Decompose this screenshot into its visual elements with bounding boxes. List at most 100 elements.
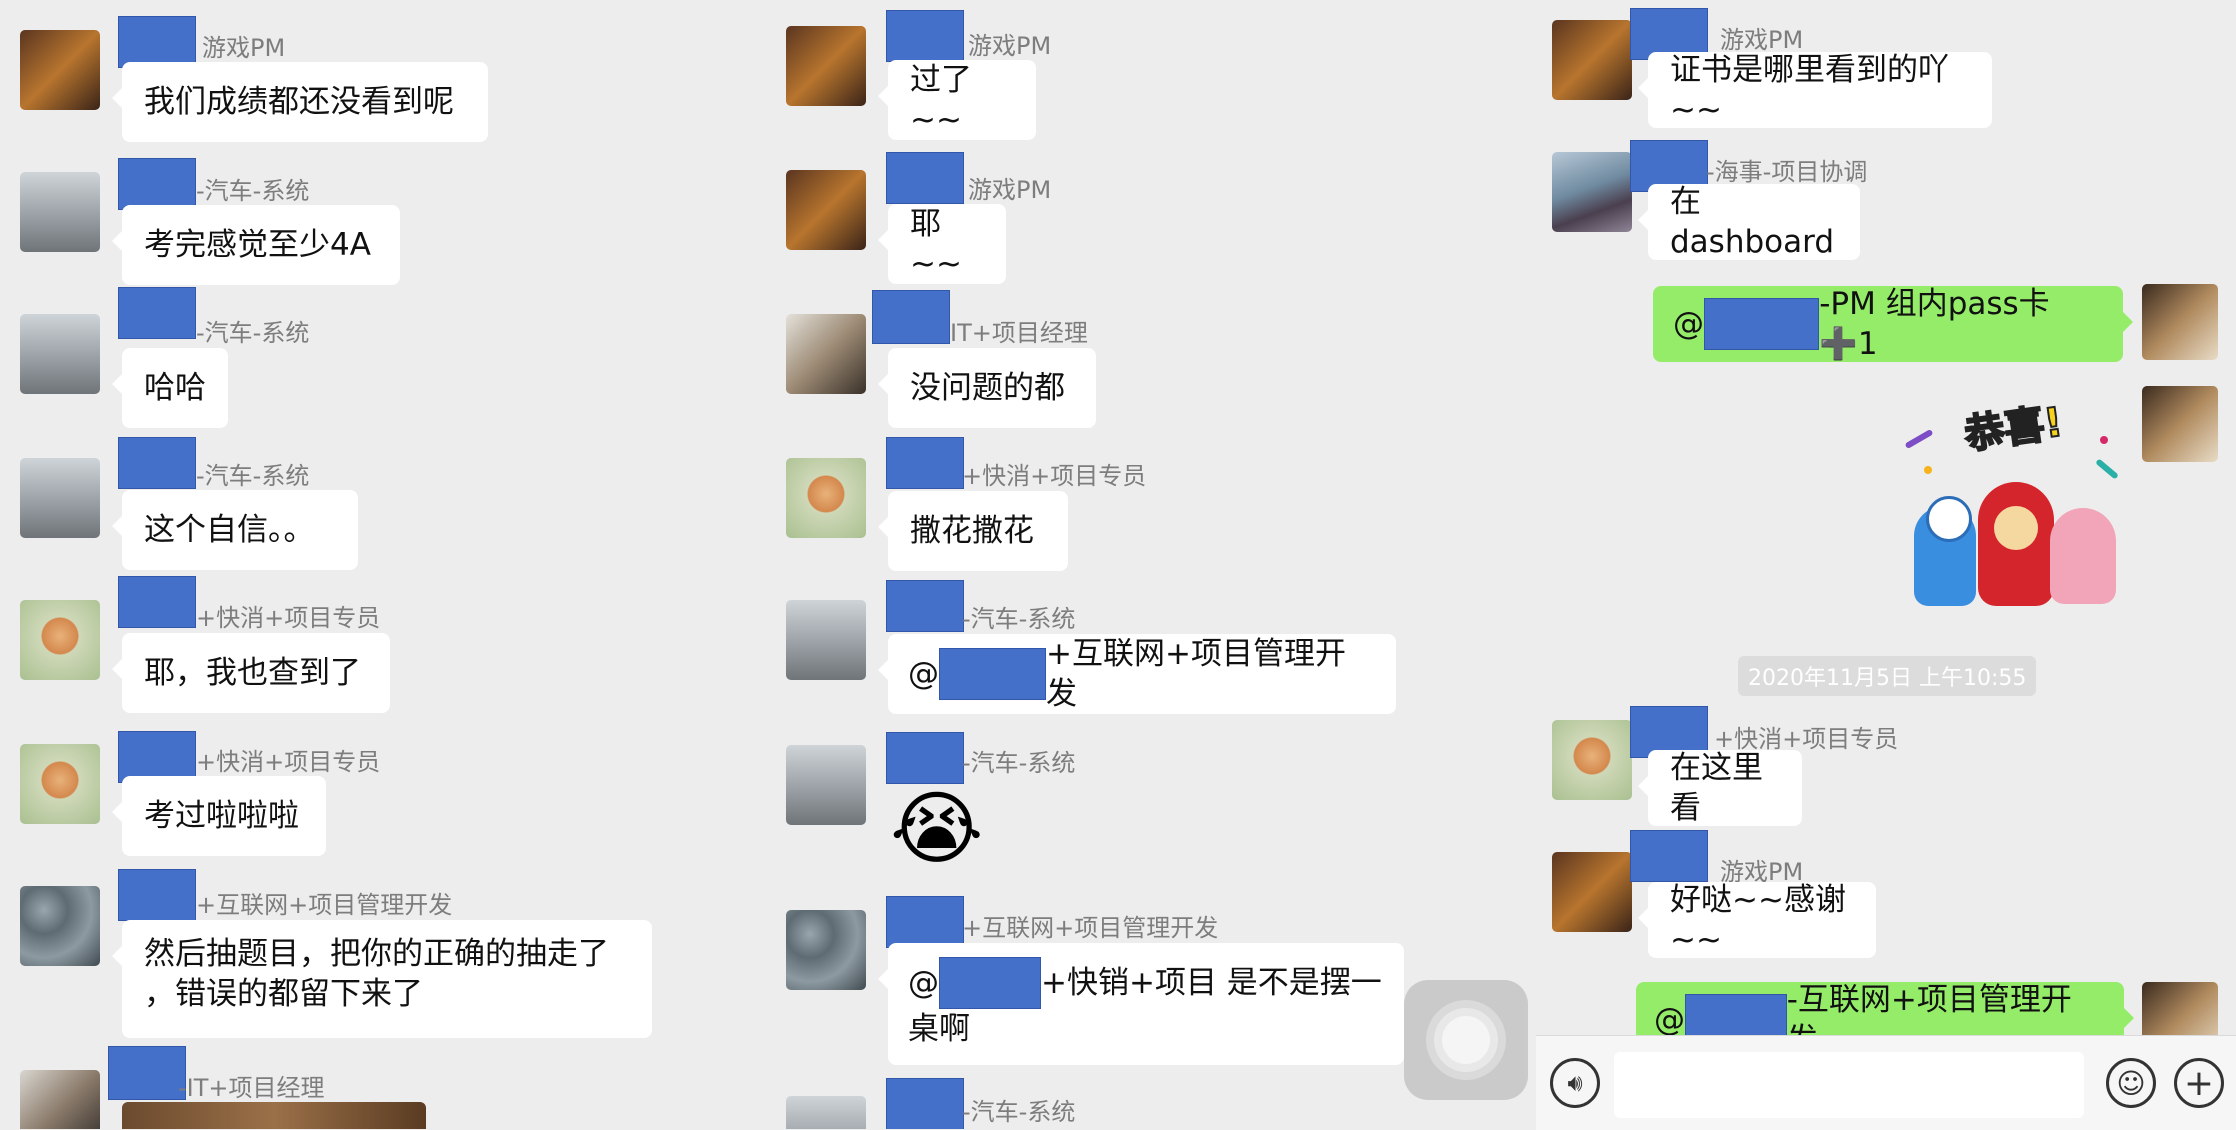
message-text: 考过啦啦啦 xyxy=(144,798,299,834)
message-bubble[interactable]: @ +互联网+项目管理开发 xyxy=(878,634,1396,714)
redacted-mention xyxy=(939,957,1041,1009)
message-text-line1: 然后抽题目，把你的正确的抽走了 xyxy=(144,936,609,972)
redacted-name xyxy=(118,576,196,628)
message-bubble[interactable]: 撒花撒花 xyxy=(878,491,1068,571)
avatar-street[interactable] xyxy=(786,745,866,825)
message-text: 在dashboard xyxy=(1670,184,1834,260)
chat-panel-2: 游戏PM 过了~~ 游戏PM 耶~~ IT+项目经理 没问题的都 +快消+项目专… xyxy=(768,0,1536,1129)
sender-name: 游戏PM xyxy=(968,176,1052,204)
sender-name: +快消+项目专员 xyxy=(962,462,1147,490)
redacted-name xyxy=(118,869,196,921)
avatar-cartoon-girl[interactable] xyxy=(20,600,100,680)
sender-name: +互联网+项目管理开发 xyxy=(196,891,453,919)
message-bubble[interactable]: 过了~~ xyxy=(878,60,1036,140)
sender-name: -汽车-系统 xyxy=(196,462,310,490)
message-text: 考完感觉至少4A xyxy=(144,227,371,263)
avatar-cartoon-girl[interactable] xyxy=(20,744,100,824)
avatar-woman[interactable] xyxy=(20,1070,100,1129)
avatar-cat[interactable] xyxy=(20,30,100,110)
message-text: 耶，我也查到了 xyxy=(144,655,361,691)
sender-name: 游戏PM xyxy=(202,34,286,62)
crying-emoji[interactable]: 😭 xyxy=(890,784,983,874)
redacted-name xyxy=(886,10,964,62)
message-text: 这个自信。。 xyxy=(144,512,315,548)
message-bubble[interactable]: 耶，我也查到了 xyxy=(112,633,390,713)
message-bubble[interactable]: @ +快销+项目 是不是摆一 桌啊 xyxy=(878,943,1404,1065)
chat-panel-1: 游戏PM 我们成绩都还没看到呢 -汽车-系统 考完感觉至少4A -汽车-系统 哈… xyxy=(0,0,768,1129)
message-text: +互联网+项目管理开发 xyxy=(1046,636,1346,712)
sender-name: -IT+项目经理 xyxy=(178,1074,325,1102)
sender-name: -汽车-系统 xyxy=(196,177,310,205)
message-text: 我们成绩都还没看到呢 xyxy=(144,84,454,120)
avatar-cartoon-girl[interactable] xyxy=(1552,720,1632,800)
avatar-pebbles[interactable] xyxy=(786,910,866,990)
redacted-name xyxy=(886,896,964,948)
message-text: -PM 组内pass卡 ➕1 xyxy=(1819,286,2050,362)
avatar-street[interactable] xyxy=(786,600,866,680)
avatar-street[interactable] xyxy=(20,172,100,252)
message-text-line2: ，错误的都留下来了 xyxy=(144,976,423,1012)
avatar-cat[interactable] xyxy=(786,26,866,106)
message-text: 过了~~ xyxy=(910,62,972,138)
message-text-line2: 桌啊 xyxy=(908,1011,970,1047)
sender-name: 游戏PM xyxy=(968,32,1052,60)
redacted-name xyxy=(886,732,964,784)
sender-name: +快消+项目专员 xyxy=(196,604,381,632)
chat-panel-3: 游戏PM 证书是哪里看到的吖~~ -海事-项目协调 在dashboard @ -… xyxy=(1536,0,2236,1129)
message-bubble[interactable]: 然后抽题目，把你的正确的抽走了 ，错误的都留下来了 xyxy=(112,920,652,1038)
message-bubble[interactable]: 考过啦啦啦 xyxy=(112,776,326,856)
message-input[interactable] xyxy=(1614,1052,2084,1118)
mention-prefix: @ xyxy=(908,965,939,1001)
redacted-name xyxy=(118,437,196,489)
message-bubble[interactable]: 没问题的都 xyxy=(878,348,1096,428)
avatar-street[interactable] xyxy=(20,314,100,394)
redacted-name xyxy=(886,437,964,489)
message-text: 撒花撒花 xyxy=(910,513,1034,549)
avatar-person-cliff[interactable] xyxy=(1552,152,1632,232)
message-bubble[interactable]: 耶~~ xyxy=(878,204,1006,284)
avatar-cat[interactable] xyxy=(1552,20,1632,100)
message-text: 在这里看 xyxy=(1670,750,1763,826)
avatar-self[interactable] xyxy=(2142,386,2218,462)
avatar-woman[interactable] xyxy=(786,314,866,394)
plus-icon[interactable]: + xyxy=(2174,1058,2224,1108)
sender-name: -汽车-系统 xyxy=(196,319,310,347)
sender-name: -汽车-系统 xyxy=(962,749,1076,777)
redacted-name xyxy=(118,16,196,68)
redacted-name xyxy=(886,1078,964,1129)
redacted-name xyxy=(1630,830,1708,882)
redacted-name xyxy=(886,152,964,204)
assistive-touch-button[interactable] xyxy=(1404,980,1528,1100)
mention-prefix: @ xyxy=(908,656,939,692)
message-bubble[interactable]: 好哒~~感谢~~ xyxy=(1638,882,1876,958)
message-bubble[interactable]: 在这里看 xyxy=(1638,750,1802,826)
message-text: 好哒~~感谢~~ xyxy=(1670,882,1846,958)
outgoing-message-bubble[interactable]: @ -PM 组内pass卡 ➕1 xyxy=(1653,286,2133,362)
congratulations-sticker[interactable]: 恭喜! xyxy=(1904,396,2124,606)
image-message-partial[interactable] xyxy=(122,1102,426,1129)
sender-name: -汽车-系统 xyxy=(962,605,1076,633)
avatar-cat[interactable] xyxy=(1552,852,1632,932)
message-bubble[interactable]: 哈哈 xyxy=(112,348,228,428)
message-text: 没问题的都 xyxy=(910,370,1065,406)
message-text: 证书是哪里看到的吖~~ xyxy=(1670,52,1949,128)
redacted-name xyxy=(886,580,964,632)
avatar-cartoon-girl[interactable] xyxy=(786,458,866,538)
message-bubble[interactable]: 我们成绩都还没看到呢 xyxy=(112,62,488,142)
avatar-cat[interactable] xyxy=(786,170,866,250)
message-bubble[interactable]: 在dashboard xyxy=(1638,184,1860,260)
redacted-name xyxy=(118,287,196,339)
redacted-name xyxy=(118,158,196,210)
avatar-pebbles[interactable] xyxy=(20,886,100,966)
message-bubble[interactable]: 证书是哪里看到的吖~~ xyxy=(1638,52,1992,128)
message-bubble[interactable]: 这个自信。。 xyxy=(112,490,358,570)
message-bubble[interactable]: 考完感觉至少4A xyxy=(112,205,400,285)
redacted-mention xyxy=(939,648,1047,700)
emoji-icon[interactable]: ☺ xyxy=(2106,1058,2156,1108)
avatar-self[interactable] xyxy=(2142,284,2218,360)
mention-prefix: @ xyxy=(1673,306,1704,342)
avatar-street[interactable] xyxy=(786,1096,866,1129)
avatar-street[interactable] xyxy=(20,458,100,538)
redacted-name xyxy=(872,290,950,344)
voice-icon[interactable]: 🔊︎ xyxy=(1550,1058,1600,1108)
